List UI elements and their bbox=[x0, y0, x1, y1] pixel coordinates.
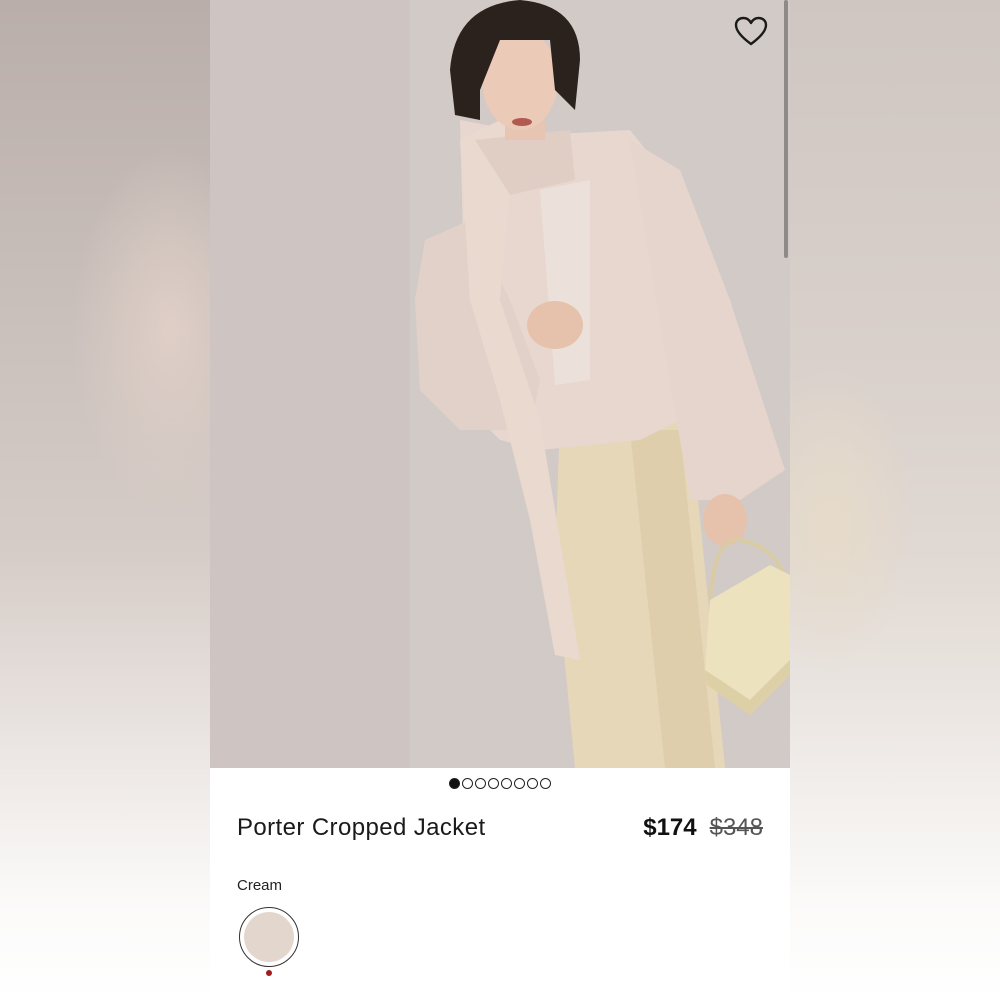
pagination-dot[interactable] bbox=[449, 778, 460, 789]
color-swatch-cream[interactable] bbox=[239, 907, 299, 967]
selected-swatch-indicator bbox=[266, 970, 272, 976]
pagination-dot[interactable] bbox=[527, 778, 538, 789]
product-image[interactable] bbox=[210, 0, 790, 768]
price-block: $174 $348 bbox=[643, 814, 763, 842]
pagination-dot[interactable] bbox=[488, 778, 499, 789]
gallery-pagination bbox=[210, 778, 790, 789]
product-screen: Porter Cropped Jacket $174 $348 Cream bbox=[210, 0, 790, 1000]
pagination-dot[interactable] bbox=[540, 778, 551, 789]
heart-outline-icon[interactable] bbox=[734, 16, 772, 54]
sale-price: $174 bbox=[643, 814, 697, 841]
pagination-dot[interactable] bbox=[514, 778, 525, 789]
original-price: $348 bbox=[709, 814, 763, 841]
swatch-fill bbox=[244, 912, 294, 962]
color-label: Cream bbox=[237, 877, 283, 894]
product-title: Porter Cropped Jacket bbox=[237, 814, 486, 841]
blurred-background-right bbox=[790, 0, 1000, 1000]
image-scrollbar[interactable] bbox=[784, 0, 788, 258]
blurred-background-left bbox=[0, 0, 210, 1000]
product-photo-illustration bbox=[210, 0, 790, 768]
pagination-dot[interactable] bbox=[475, 778, 486, 789]
pagination-dot[interactable] bbox=[501, 778, 512, 789]
pagination-dot[interactable] bbox=[462, 778, 473, 789]
